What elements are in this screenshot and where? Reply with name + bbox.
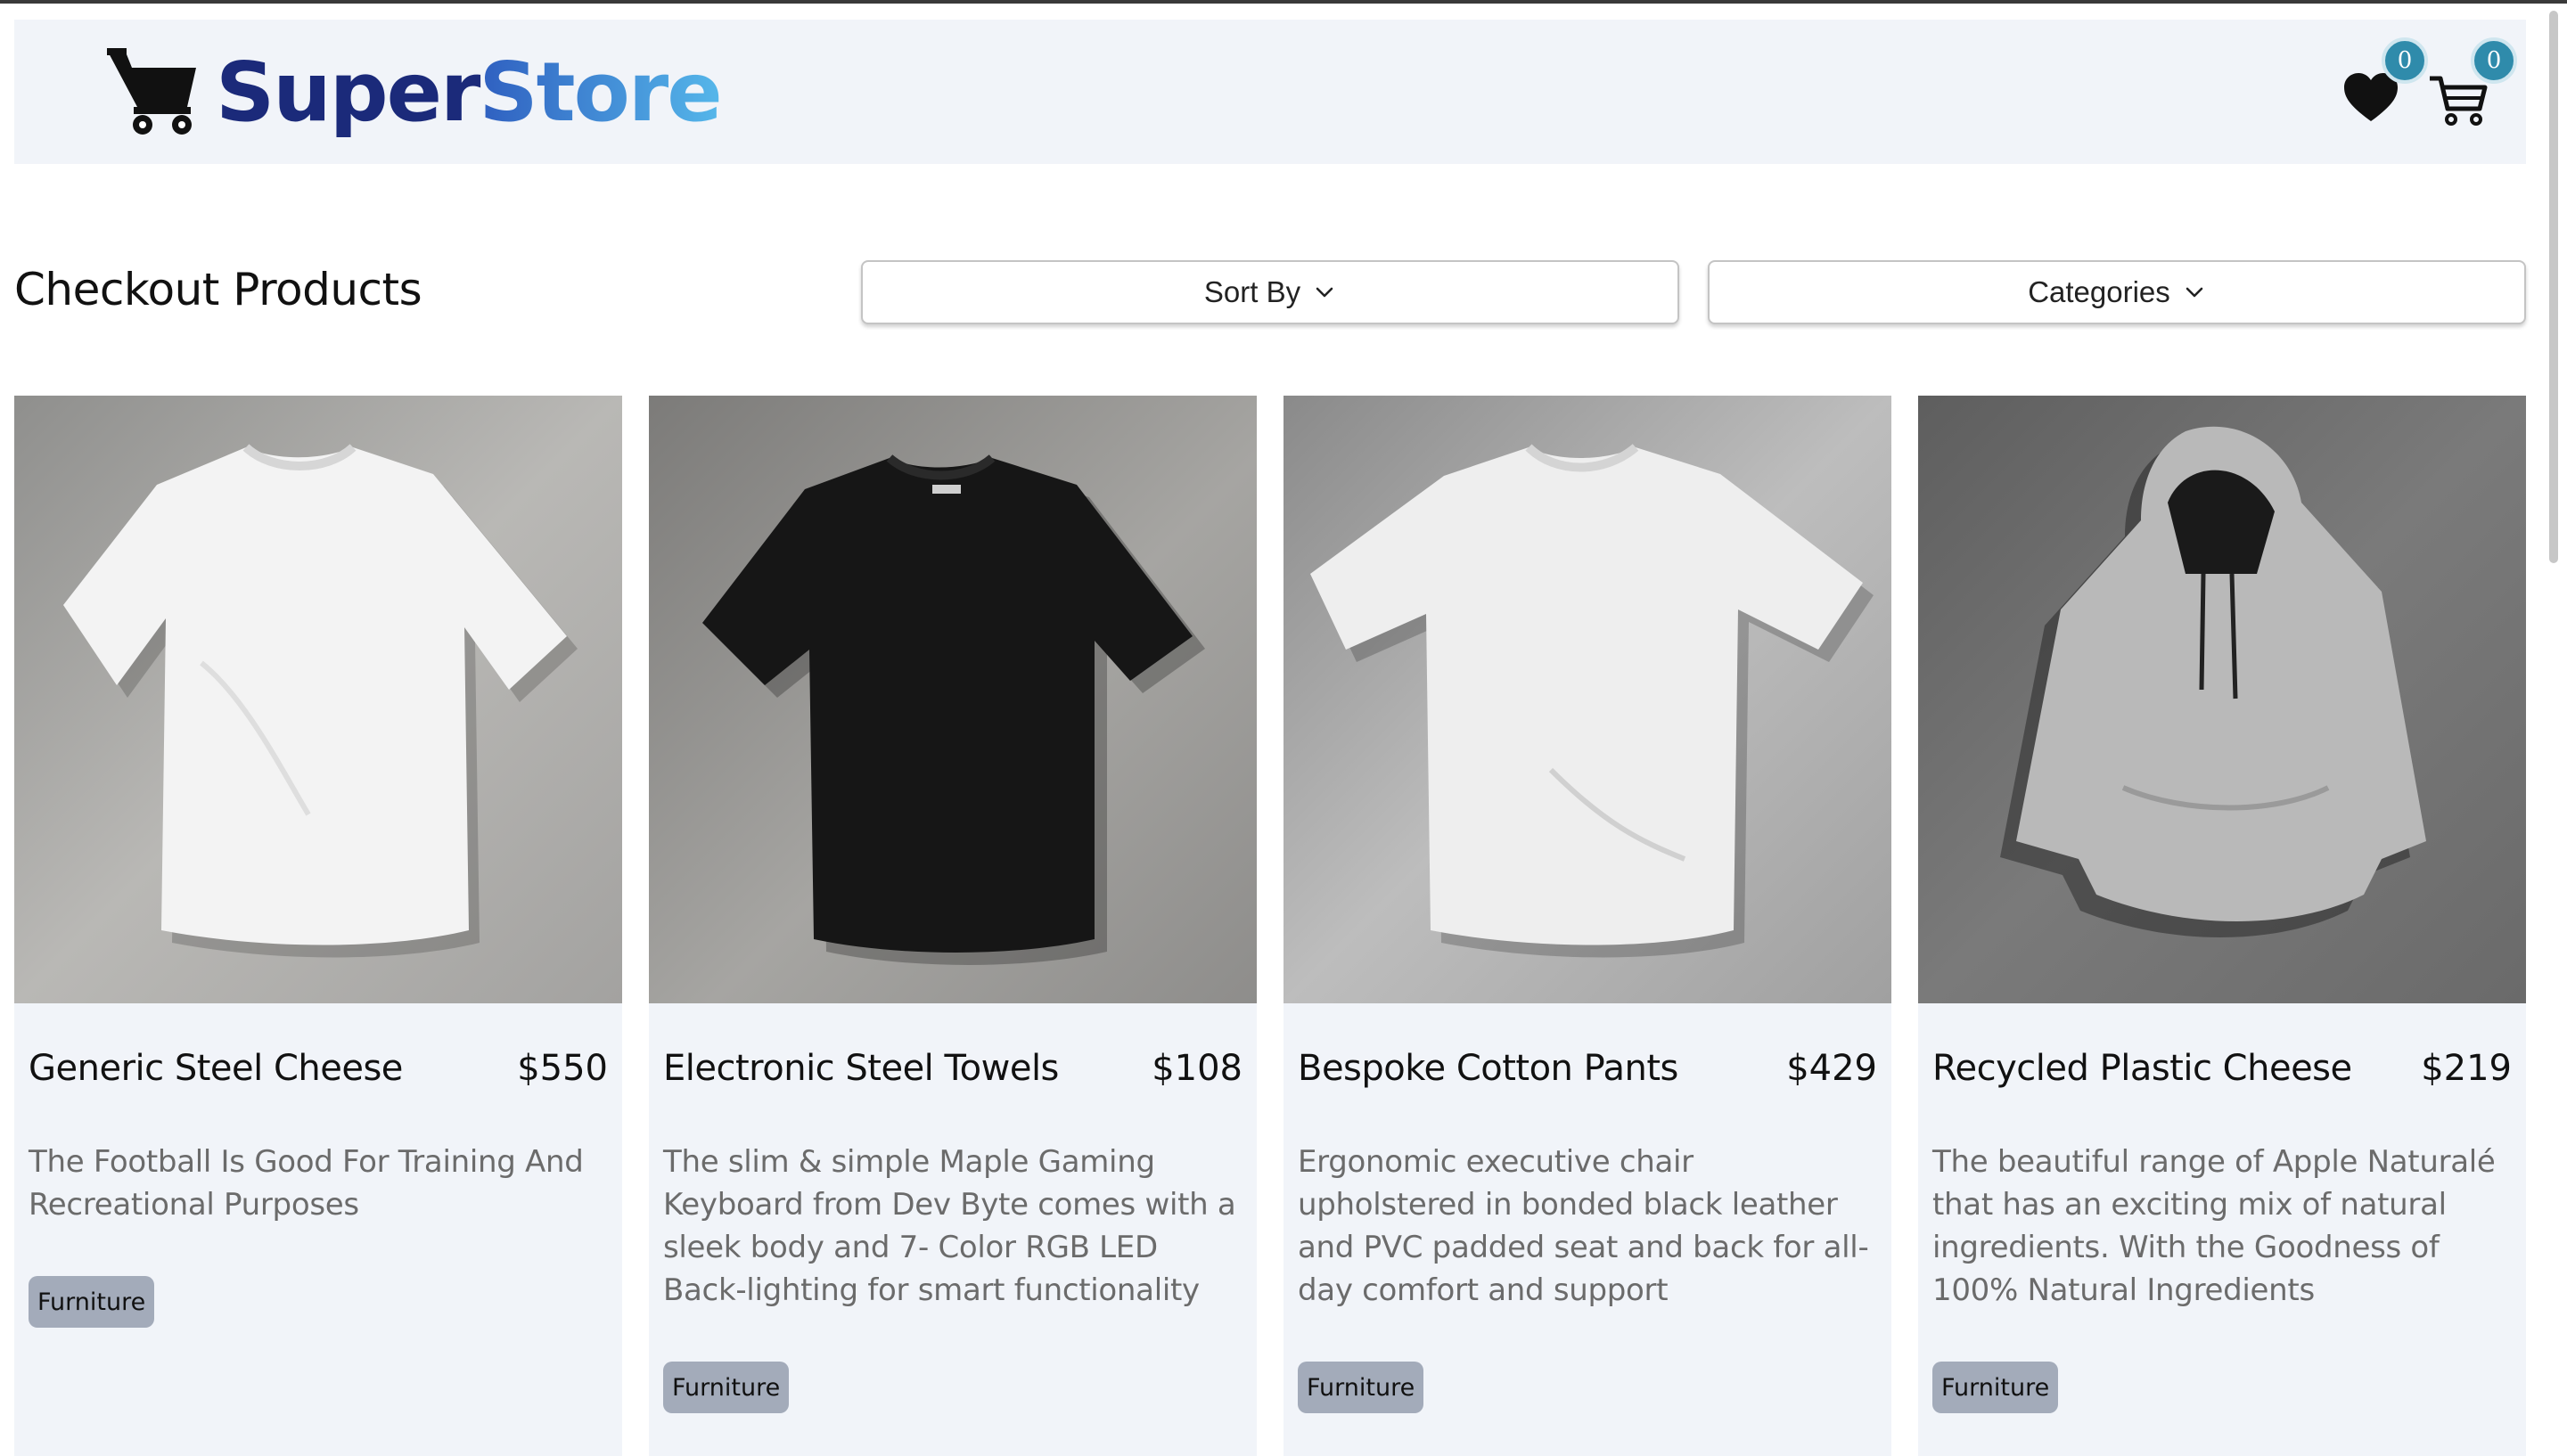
product-name[interactable]: Generic Steel Cheese — [29, 1048, 403, 1089]
product-grid: Generic Steel Cheese $550 The Football I… — [14, 396, 2526, 1456]
product-price: $429 — [1786, 1048, 1877, 1089]
sort-by-label: Sort By — [1203, 275, 1301, 308]
product-price: $550 — [517, 1048, 608, 1089]
product-name[interactable]: Bespoke Cotton Pants — [1298, 1048, 1678, 1089]
product-price: $219 — [2421, 1048, 2512, 1089]
category-tag[interactable]: Furniture — [663, 1362, 790, 1413]
product-name[interactable]: Electronic Steel Towels — [663, 1048, 1059, 1089]
categories-label: Categories — [2028, 275, 2170, 308]
sort-by-dropdown[interactable]: Sort By — [861, 260, 1679, 324]
page-scrollbar[interactable] — [2546, 11, 2562, 563]
category-tag[interactable]: Furniture — [29, 1276, 155, 1328]
page-title: Checkout Products — [14, 264, 422, 315]
product-image-grey-hoodie[interactable] — [1918, 396, 2526, 1003]
product-name[interactable]: Recycled Plastic Cheese — [1932, 1048, 2352, 1089]
product-image-black-tshirt[interactable] — [649, 396, 1257, 1003]
categories-dropdown[interactable]: Categories — [1708, 260, 2526, 324]
cart-count-badge: 0 — [2471, 37, 2517, 84]
product-card[interactable]: Bespoke Cotton Pants $429 Ergonomic exec… — [1284, 396, 1891, 1456]
product-image-white-tshirt[interactable] — [14, 396, 622, 1003]
product-card[interactable]: Recycled Plastic Cheese $219 The beautif… — [1918, 396, 2526, 1456]
brand-name-part2: Store — [479, 45, 722, 140]
product-description: The beautiful range of Apple Naturalé th… — [1932, 1144, 2496, 1308]
shopping-cart-logo-icon[interactable] — [103, 41, 201, 139]
brand-logo[interactable]: SuperStore — [216, 45, 723, 140]
category-tag[interactable]: Furniture — [1932, 1362, 2059, 1413]
product-description: The slim & simple Maple Gaming Keyboard … — [663, 1144, 1236, 1308]
product-description: The Football Is Good For Training And Re… — [29, 1144, 584, 1223]
site-header: SuperStore 0 0 — [14, 20, 2526, 164]
product-image-white-tshirt[interactable] — [1284, 396, 1891, 1003]
category-tag[interactable]: Furniture — [1298, 1362, 1424, 1413]
product-price: $108 — [1152, 1048, 1242, 1089]
product-description: Ergonomic executive chair upholstered in… — [1298, 1144, 1869, 1308]
chevron-down-icon — [2186, 287, 2203, 298]
favorites-count-badge: 0 — [2382, 37, 2428, 84]
brand-name-part1: Super — [216, 45, 480, 140]
product-card[interactable]: Electronic Steel Towels $108 The slim & … — [649, 396, 1257, 1456]
chevron-down-icon — [1316, 287, 1333, 298]
product-card[interactable]: Generic Steel Cheese $550 The Football I… — [14, 396, 622, 1456]
scrollbar-thumb[interactable] — [2549, 11, 2558, 563]
